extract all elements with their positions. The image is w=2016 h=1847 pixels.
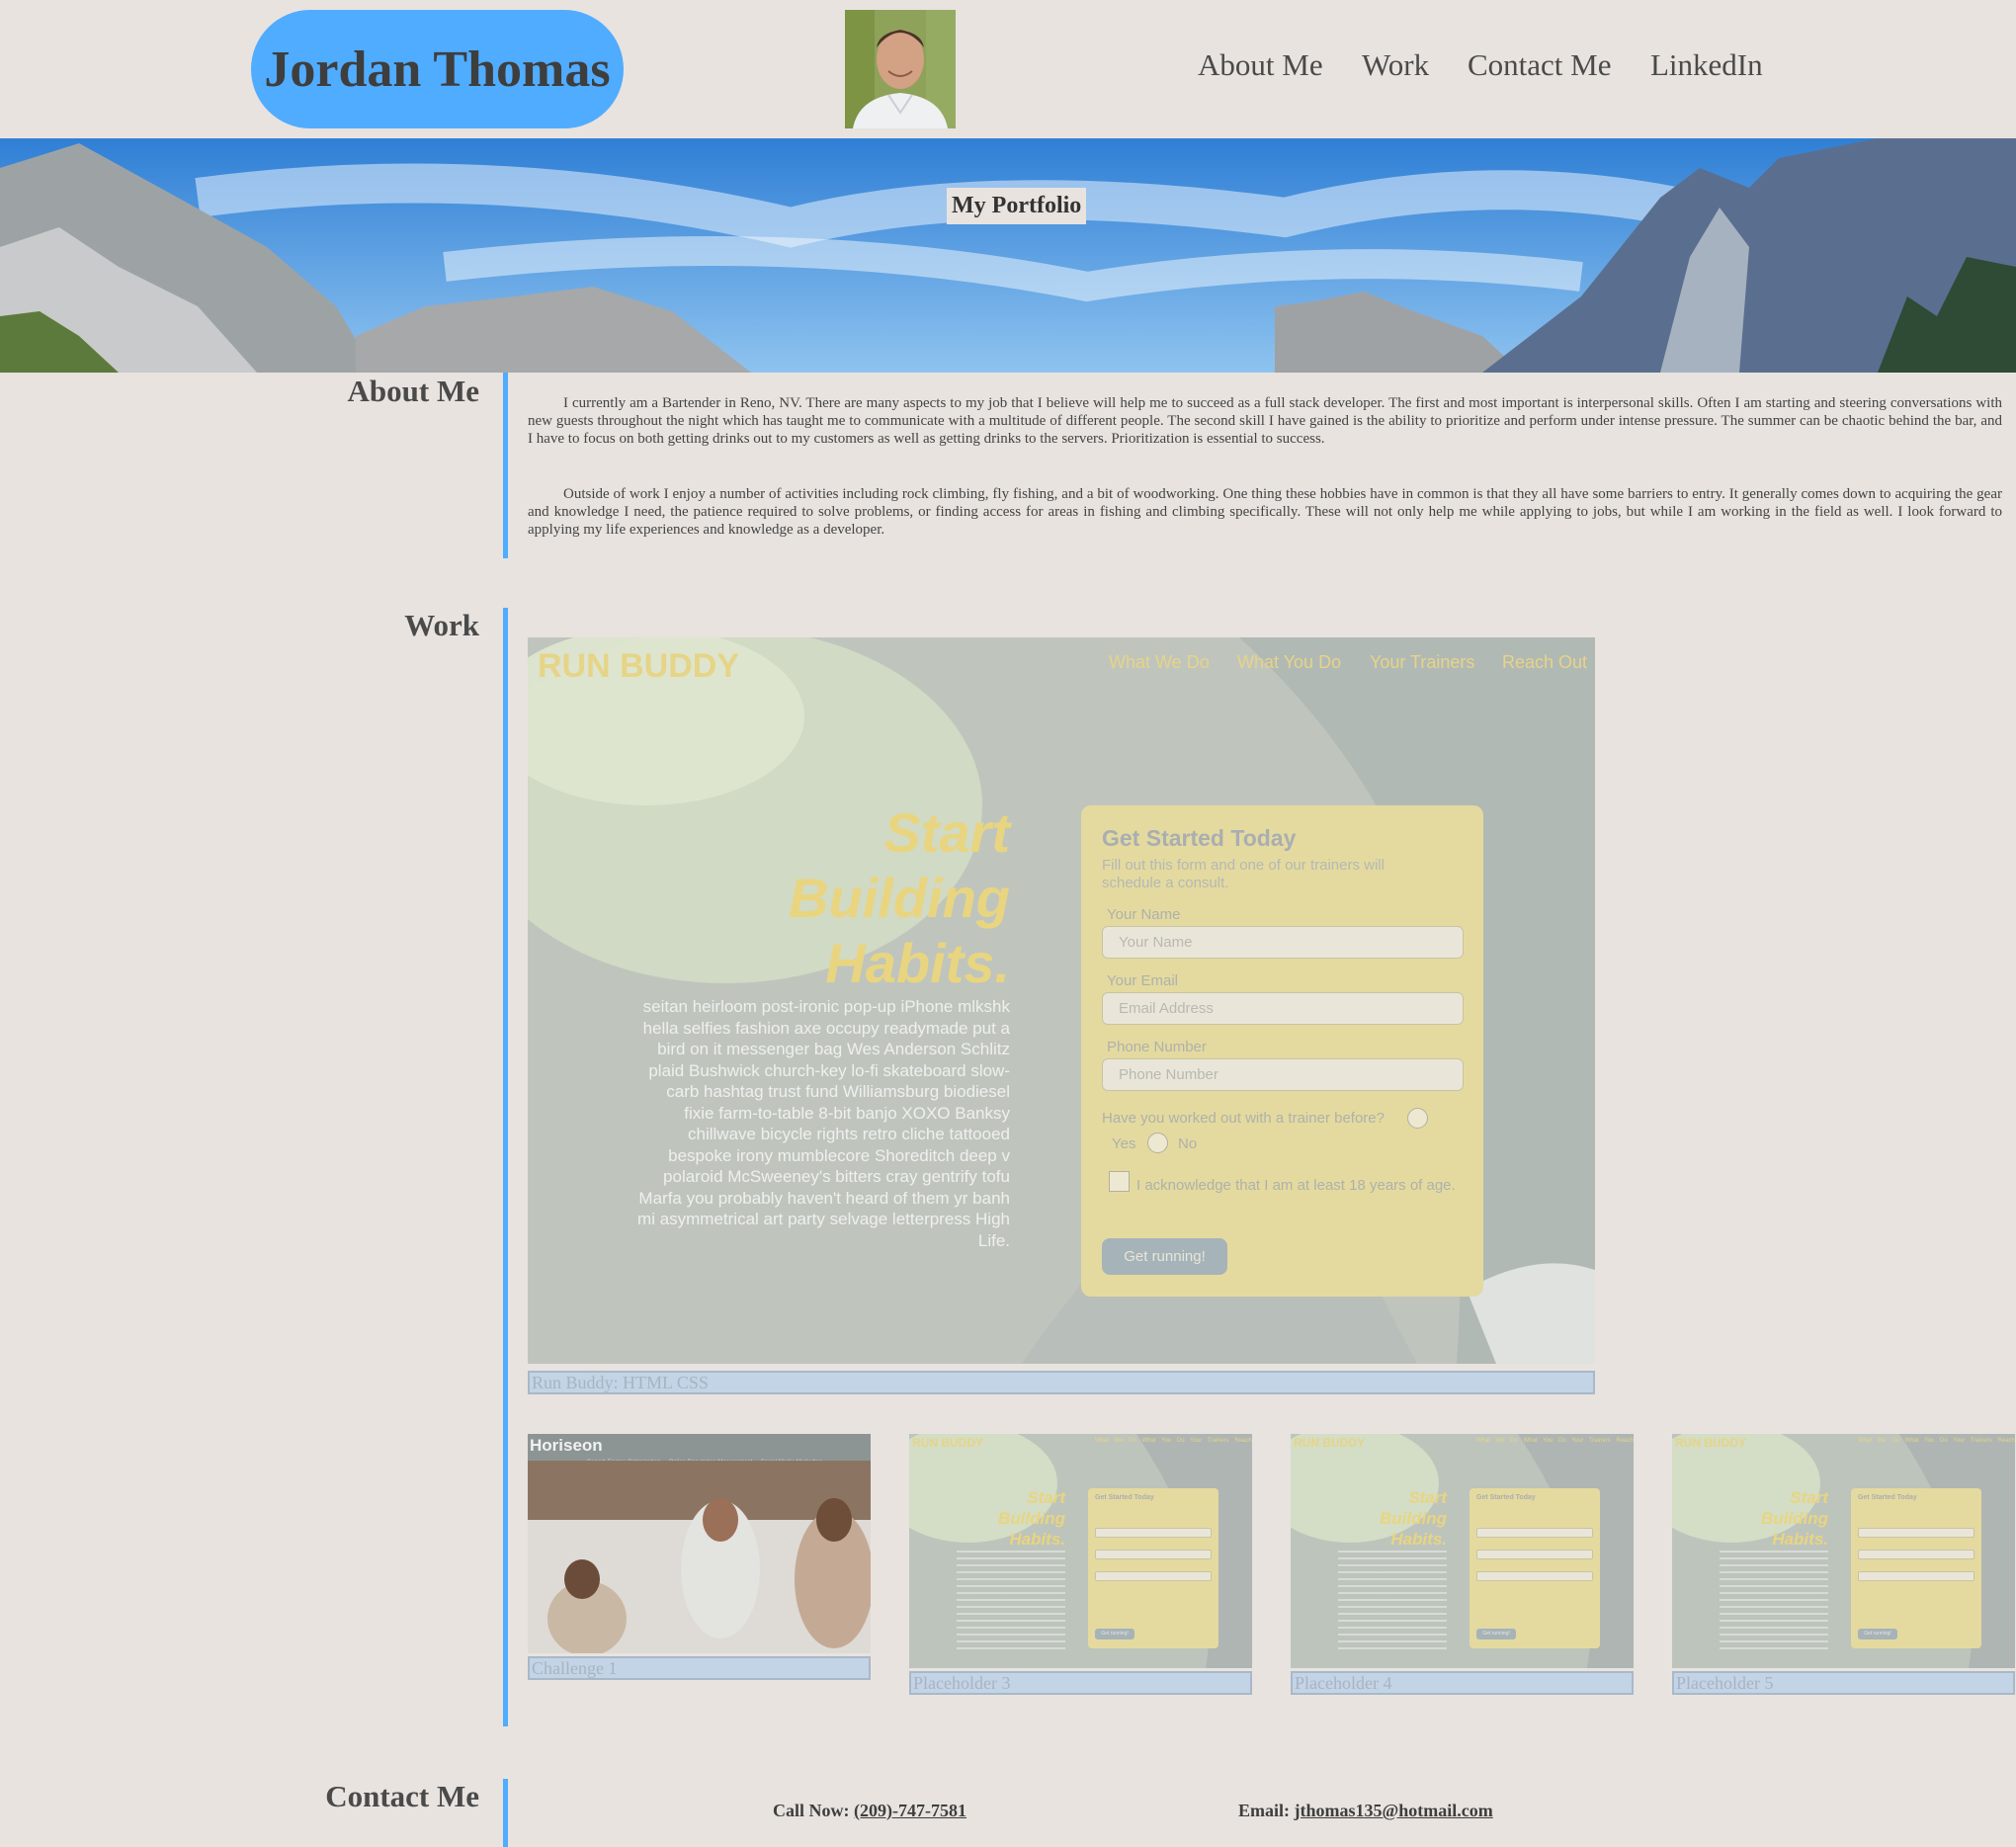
nav-contact-me[interactable]: Contact Me — [1468, 47, 1612, 83]
mini-rb-logo: RUN BUDDY — [1675, 1436, 1746, 1450]
contact-email: Email: jthomas135@hotmail.com — [1238, 1801, 1493, 1821]
mini-rb-title: Start Building Habits. — [1761, 1488, 1828, 1549]
rb-nav-what-we-do: What We Do — [1109, 652, 1210, 672]
rb-radio-no — [1147, 1133, 1168, 1153]
mini-rb-form: Get Started Today Get running! — [1088, 1488, 1218, 1648]
mini-rb-body — [957, 1551, 1065, 1649]
rb-hero-title: Start Building Habits. — [789, 801, 1010, 994]
mini-rb-form: Get Started Today Get running! — [1470, 1488, 1600, 1648]
email-label: Email: — [1238, 1801, 1290, 1820]
thumbnail-caption-placeholder-4[interactable]: Placeholder 4 — [1291, 1671, 1634, 1695]
contact-title: Contact Me — [325, 1779, 479, 1813]
run-buddy-preview[interactable]: RUN BUDDY What We Do What You Do Your Tr… — [528, 637, 1595, 1364]
thumbnail-caption-challenge-1[interactable]: Challenge 1 — [528, 1656, 871, 1680]
mini-rb-logo: RUN BUDDY — [912, 1436, 983, 1450]
site-header: Jordan Thomas About Me Work Contact Me L… — [0, 0, 2016, 138]
mini-rb-nav: What We Do What You Do Your Trainers Rea… — [1476, 1438, 1634, 1444]
thumbnail-placeholder-4[interactable]: RUN BUDDY What We Do What You Do Your Tra… — [1291, 1434, 1634, 1695]
rb-email-label: Your Email — [1107, 972, 1178, 989]
about-paragraph-1: I currently am a Bartender in Reno, NV. … — [528, 395, 2002, 447]
work-divider — [503, 608, 508, 1726]
site-name[interactable]: Jordan Thomas — [251, 10, 624, 128]
nav-linkedin[interactable]: LinkedIn — [1650, 47, 1763, 83]
nav-about-me[interactable]: About Me — [1198, 47, 1323, 83]
thumbnail-caption-placeholder-3[interactable]: Placeholder 3 — [909, 1671, 1252, 1695]
rb-name-input: Your Name — [1102, 926, 1464, 959]
rb-yes-label: Yes — [1112, 1135, 1136, 1152]
rb-form-subtitle: Fill out this form and one of our traine… — [1102, 857, 1385, 891]
contact-phone: Call Now: (209)-747-7581 — [773, 1801, 966, 1821]
phone-link[interactable]: (209)-747-7581 — [854, 1801, 966, 1820]
mini-run-buddy-preview: RUN BUDDY What We Do What You Do Your Tra… — [909, 1434, 1252, 1668]
rb-nav-reach-out: Reach Out — [1502, 652, 1588, 672]
mini-rb-nav: What We Do What You Do Your Trainers Rea… — [1095, 1438, 1252, 1444]
work-title: Work — [404, 608, 479, 642]
portfolio-label: My Portfolio — [947, 188, 1087, 224]
mini-rb-body — [1720, 1551, 1828, 1649]
mini-rb-nav: What We Do What You Do Your Trainers Rea… — [1858, 1438, 2015, 1444]
rb-phone-label: Phone Number — [1107, 1039, 1207, 1055]
mini-rb-title: Start Building Habits. — [998, 1488, 1065, 1549]
rb-nav-your-trainers: Your Trainers — [1370, 652, 1475, 672]
mini-rb-body — [1338, 1551, 1447, 1649]
mini-rb-title: Start Building Habits. — [1380, 1488, 1447, 1549]
about-title: About Me — [347, 374, 479, 408]
mini-run-buddy-preview: RUN BUDDY What We Do What You Do Your Tra… — [1291, 1434, 1634, 1668]
phone-label: Call Now: — [773, 1801, 850, 1820]
rb-nav-what-you-do: What You Do — [1237, 652, 1342, 672]
rb-acknowledge-text: I acknowledge that I am at least 18 year… — [1136, 1177, 1456, 1194]
thumbnail-challenge-1[interactable]: Horiseon Search Engine Optimization Onli… — [528, 1434, 871, 1680]
about-divider — [503, 373, 508, 558]
rb-trainer-question: Have you worked out with a trainer befor… — [1102, 1110, 1385, 1127]
mini-rb-logo: RUN BUDDY — [1294, 1436, 1365, 1450]
mini-rb-form: Get Started Today Get running! — [1851, 1488, 1981, 1648]
rb-logo: RUN BUDDY — [538, 647, 739, 685]
contact-divider — [503, 1779, 508, 1847]
thumbnail-placeholder-3[interactable]: RUN BUDDY What We Do What You Do Your Tra… — [909, 1434, 1252, 1695]
nav-work[interactable]: Work — [1362, 47, 1429, 83]
run-buddy-caption[interactable]: Run Buddy: HTML CSS — [528, 1371, 1595, 1394]
about-paragraph-2: Outside of work I enjoy a number of acti… — [528, 486, 2002, 538]
rb-phone-input: Phone Number — [1102, 1058, 1464, 1091]
rb-hero-body: seitan heirloom post-ironic pop-up iPhon… — [637, 997, 1010, 1250]
rb-get-running-button: Get running! — [1102, 1238, 1227, 1275]
hero-banner — [0, 138, 2016, 373]
thumbnail-caption-placeholder-5[interactable]: Placeholder 5 — [1672, 1671, 2015, 1695]
profile-photo — [845, 10, 956, 128]
email-link[interactable]: jthomas135@hotmail.com — [1295, 1801, 1493, 1820]
rb-email-input: Email Address — [1102, 992, 1464, 1025]
horiseon-logo: Horiseon — [530, 1436, 603, 1455]
rb-no-label: No — [1178, 1135, 1198, 1152]
rb-name-label: Your Name — [1107, 906, 1181, 923]
rb-form-title: Get Started Today — [1102, 825, 1297, 851]
rb-signup-form: Get Started Today Fill out this form and… — [1081, 805, 1483, 1297]
rb-radio-yes — [1407, 1108, 1428, 1129]
mini-run-buddy-preview: RUN BUDDY What We Do What You Do Your Tra… — [1672, 1434, 2015, 1668]
thumbnail-placeholder-5[interactable]: RUN BUDDY What We Do What You Do Your Tra… — [1672, 1434, 2015, 1695]
